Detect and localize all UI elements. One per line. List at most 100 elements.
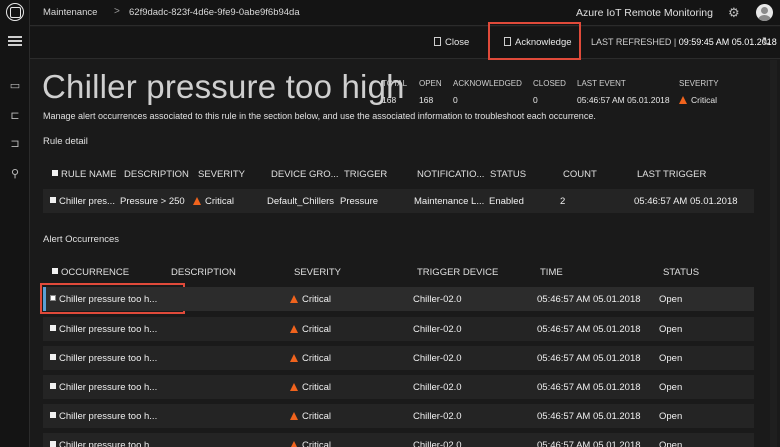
occurrence-time-cell: 05:46:57 AM 05.01.2018 xyxy=(537,294,641,305)
stat-severity-value-wrap: Critical xyxy=(679,95,719,105)
rule-col-rule-name[interactable]: RULE NAME xyxy=(52,169,116,180)
occurrence-time-cell: 05:46:57 AM 05.01.2018 xyxy=(537,382,641,393)
occurrence-time-cell: 05:46:57 AM 05.01.2018 xyxy=(537,353,641,364)
stat-label: TOTAL xyxy=(382,79,408,88)
stat-severity: SEVERITY Critical xyxy=(679,79,719,105)
occ-col-trigger-device[interactable]: TRIGGER DEVICE xyxy=(417,267,498,278)
occurrence-status-cell: Open xyxy=(659,382,683,393)
close-button[interactable]: Close xyxy=(434,37,469,48)
warning-triangle-icon xyxy=(290,412,298,420)
rule-detail-title: Rule detail xyxy=(43,136,88,147)
document-icon xyxy=(434,37,441,46)
occurrence-row[interactable]: Chiller pressure too h... Critical Chiller… xyxy=(43,375,754,399)
rule-col-last-trigger[interactable]: LAST TRIGGER xyxy=(637,169,706,180)
rule-col-count[interactable]: COUNT xyxy=(563,169,597,180)
occurrence-device-cell: Chiller-02.0 xyxy=(413,324,462,335)
cell-text: Chiller pressure too h... xyxy=(59,324,158,335)
devices-icon[interactable]: ⊏ xyxy=(8,110,22,122)
cell-text: Critical xyxy=(302,382,332,393)
dashboard-icon[interactable]: ▭ xyxy=(8,80,22,92)
rule-notification-cell: Maintenance L... xyxy=(414,196,485,207)
rule-trigger-cell: Pressure xyxy=(340,196,379,207)
occurrence-row[interactable]: Chiller pressure too h... Critical Chiller… xyxy=(43,433,754,447)
stat-closed: CLOSED 0 xyxy=(533,79,566,105)
action-bar: Close Acknowledge LAST REFRESHED | 09:59… xyxy=(30,27,780,59)
occurrence-severity-cell: Critical xyxy=(290,324,331,335)
chevron-right-icon: > xyxy=(114,6,120,17)
refresh-icon[interactable]: ↻ xyxy=(762,35,771,48)
rule-status-cell: Enabled xyxy=(489,196,524,207)
cell-text: Critical xyxy=(302,353,332,364)
occ-col-occurrence[interactable]: OCCURRENCE xyxy=(52,267,129,278)
warning-triangle-icon xyxy=(290,354,298,362)
occurrence-device-cell: Chiller-02.0 xyxy=(413,440,462,447)
occurrence-severity-cell: Critical xyxy=(290,382,331,393)
maintenance-icon[interactable]: ⚲ xyxy=(8,168,22,180)
cell-text: Critical xyxy=(302,440,332,447)
checkbox-icon[interactable] xyxy=(50,325,56,331)
breadcrumb-maintenance[interactable]: Maintenance xyxy=(43,7,97,18)
cell-text: Critical xyxy=(302,324,332,335)
rule-count-cell: 2 xyxy=(560,196,566,207)
last-refreshed-label: LAST REFRESHED | xyxy=(591,37,677,47)
occ-col-description[interactable]: DESCRIPTION xyxy=(171,267,236,278)
cell-text: Critical xyxy=(205,196,235,207)
checkbox-icon[interactable] xyxy=(50,383,56,389)
hamburger-icon[interactable] xyxy=(8,36,22,46)
warning-triangle-icon xyxy=(290,325,298,333)
occurrence-cell: Chiller pressure too h... xyxy=(50,353,157,364)
checkbox-icon[interactable] xyxy=(52,170,58,176)
checkbox-icon[interactable] xyxy=(50,354,56,360)
occurrence-row[interactable]: Chiller pressure too h... Critical Chiller… xyxy=(43,404,754,428)
rule-col-description[interactable]: DESCRIPTION xyxy=(124,169,189,180)
warning-triangle-icon xyxy=(290,295,298,303)
rule-last-trigger-cell: 05:46:57 AM 05.01.2018 xyxy=(634,196,738,207)
cell-text: Chiller pressure too h... xyxy=(59,382,158,393)
stat-value: 168 xyxy=(419,95,434,105)
occurrence-row[interactable]: Chiller pressure too h... Critical Chiller… xyxy=(43,346,754,370)
stat-open: OPEN 168 xyxy=(419,79,442,105)
rule-col-device-group[interactable]: DEVICE GRO... xyxy=(271,169,339,180)
avatar[interactable] xyxy=(756,4,773,21)
occ-col-time[interactable]: TIME xyxy=(540,267,563,278)
cell-text: Chiller pressure too h... xyxy=(59,440,158,447)
occurrence-status-cell: Open xyxy=(659,324,683,335)
occurrence-severity-cell: Critical xyxy=(290,294,331,305)
occ-col-severity[interactable]: SEVERITY xyxy=(294,267,341,278)
occurrence-time-cell: 05:46:57 AM 05.01.2018 xyxy=(537,324,641,335)
stat-value: 168 xyxy=(382,95,397,105)
occ-col-status[interactable]: STATUS xyxy=(663,267,699,278)
stat-value: 0 xyxy=(533,95,538,105)
cell-text: Chiller pres... xyxy=(59,196,115,207)
occurrence-row[interactable]: Chiller pressure too h... Critical Chiller… xyxy=(43,287,754,311)
gear-icon[interactable]: ⚙ xyxy=(728,5,740,21)
warning-triangle-icon xyxy=(679,96,687,104)
rule-col-status[interactable]: STATUS xyxy=(490,169,526,180)
warning-triangle-icon xyxy=(290,441,298,447)
checkbox-icon[interactable] xyxy=(50,441,56,447)
occurrence-row[interactable]: Chiller pressure too h... Critical Chiller… xyxy=(43,317,754,341)
checkbox-icon[interactable] xyxy=(52,268,58,274)
occurrence-cell: Chiller pressure too h... xyxy=(50,382,157,393)
rules-icon[interactable]: ⊐ xyxy=(8,138,22,150)
occurrence-status-cell: Open xyxy=(659,353,683,364)
occurrence-severity-cell: Critical xyxy=(290,353,331,364)
rule-col-severity[interactable]: SEVERITY xyxy=(198,169,245,180)
occurrence-severity-cell: Critical xyxy=(290,440,331,447)
breadcrumb-rule-id: 62f9dadc-823f-4d6e-9fe9-0abe9f6b94da xyxy=(129,7,300,18)
cell-text: Critical xyxy=(302,411,332,422)
rule-severity-cell: Critical xyxy=(193,196,234,207)
checkbox-icon[interactable] xyxy=(50,412,56,418)
scrollbar[interactable] xyxy=(770,60,777,447)
rule-table-row[interactable]: Chiller pres... Pressure > 250 Critical … xyxy=(43,189,754,213)
rule-col-notification[interactable]: NOTIFICATIO... xyxy=(417,169,484,180)
page-description: Manage alert occurrences associated to t… xyxy=(43,111,596,121)
cell-text: Chiller pressure too h... xyxy=(59,353,158,364)
stat-label: SEVERITY xyxy=(679,79,719,88)
checkbox-icon[interactable] xyxy=(50,197,56,203)
cell-text: Critical xyxy=(302,294,332,305)
rule-col-trigger[interactable]: TRIGGER xyxy=(344,169,387,180)
stat-label: ACKNOWLEDGED xyxy=(453,79,522,88)
app-logo-icon[interactable] xyxy=(6,3,24,21)
checkbox-icon[interactable] xyxy=(50,295,56,301)
